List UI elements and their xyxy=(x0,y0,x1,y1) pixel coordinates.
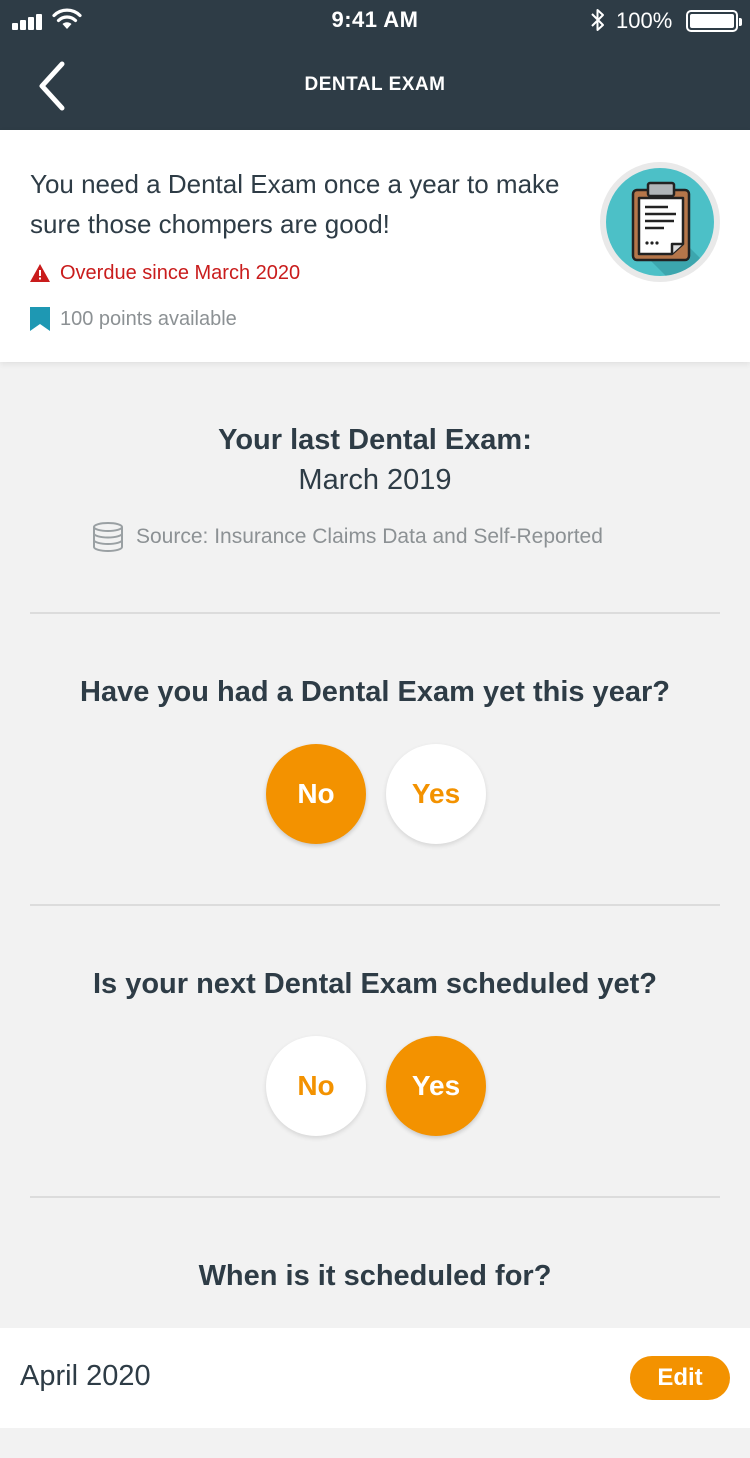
last-exam-title: Your last Dental Exam: xyxy=(218,424,532,456)
edit-button[interactable]: Edit xyxy=(630,1356,730,1400)
clipboard-icon xyxy=(606,168,714,276)
q2-no-button[interactable]: No xyxy=(266,1036,366,1136)
clipboard-badge xyxy=(600,162,720,282)
data-source: Source: Insurance Claims Data and Self-R… xyxy=(92,522,603,552)
question-next-exam-scheduled: Is your next Dental Exam scheduled yet? xyxy=(92,968,658,1000)
q1-yes-button[interactable]: Yes xyxy=(386,744,486,844)
question-scheduled-date: When is it scheduled for? xyxy=(198,1260,552,1292)
database-icon xyxy=(93,522,123,552)
bookmark-icon xyxy=(30,307,50,331)
divider xyxy=(30,904,720,906)
bluetooth-icon xyxy=(591,9,604,31)
scheduled-date-row: April 2020 Edit xyxy=(0,1328,750,1428)
divider xyxy=(30,1196,720,1198)
question-exam-this-year: Have you had a Dental Exam yet this year… xyxy=(80,676,670,708)
q1-no-button[interactable]: No xyxy=(266,744,366,844)
scheduled-date-value: April 2020 xyxy=(20,1360,151,1392)
exam-description: You need a Dental Exam once a year to ma… xyxy=(30,169,560,239)
info-card: You need a Dental Exam once a year to ma… xyxy=(0,130,750,362)
warning-icon xyxy=(30,264,50,282)
status-bar: 9:41 AM 100% xyxy=(0,0,750,40)
overdue-text: Overdue since March 2020 xyxy=(60,261,301,284)
points-text: 100 points available xyxy=(60,307,237,330)
source-text: Source: Insurance Claims Data and Self-R… xyxy=(136,525,603,548)
divider xyxy=(30,612,720,614)
page-title: DENTAL EXAM xyxy=(304,74,446,95)
last-exam-date: March 2019 xyxy=(298,464,452,496)
top-bar: 9:41 AM 100% DENTAL EXAM xyxy=(0,0,750,130)
battery-percent: 100% xyxy=(616,8,673,33)
battery-icon xyxy=(686,10,742,32)
points-available: 100 points available xyxy=(30,306,237,332)
overdue-status: Overdue since March 2020 xyxy=(30,260,300,286)
q2-yes-button[interactable]: Yes xyxy=(386,1036,486,1136)
